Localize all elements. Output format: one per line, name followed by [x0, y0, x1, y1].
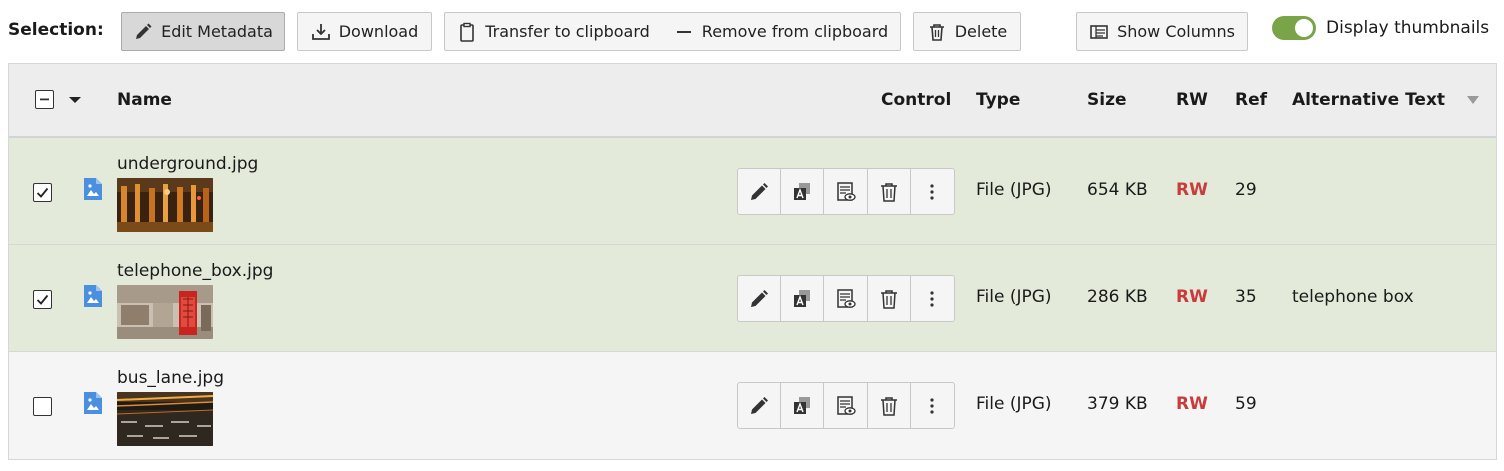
delete-button[interactable]: Delete	[913, 12, 1021, 51]
minus-icon	[676, 30, 691, 33]
rw-badge: RW	[1176, 287, 1208, 307]
trash-icon	[880, 396, 897, 416]
remove-clipboard-label: Remove from clipboard	[701, 22, 889, 41]
ref-count[interactable]: 29	[1235, 180, 1257, 200]
image-file-icon	[84, 392, 102, 414]
translate-icon	[794, 289, 811, 307]
col-rw[interactable]: RW	[1176, 90, 1208, 110]
table-header: Name Control Type Size RW Ref Alternativ…	[9, 64, 1496, 138]
row-checkbox[interactable]	[33, 290, 52, 309]
file-size: 379 KB	[1087, 394, 1148, 414]
col-ref[interactable]: Ref	[1235, 90, 1267, 110]
download-label: Download	[338, 22, 419, 41]
row-controls	[737, 382, 955, 429]
edit-button[interactable]	[738, 169, 782, 214]
row-controls	[737, 275, 955, 322]
row-controls	[737, 168, 955, 215]
rw-badge: RW	[1176, 180, 1208, 200]
row-checkbox[interactable]	[33, 183, 52, 202]
more-vertical-icon	[930, 290, 935, 307]
check-icon	[36, 187, 49, 198]
table-row[interactable]: telephone_box.jpg File (JPG) 286 KB RW 3…	[9, 245, 1496, 352]
col-alt-text[interactable]: Alternative Text	[1292, 90, 1445, 110]
file-type: File (JPG)	[976, 287, 1052, 307]
remove-from-clipboard-button[interactable]: Remove from clipboard	[662, 12, 901, 51]
transfer-clipboard-label: Transfer to clipboard	[485, 22, 650, 41]
download-button[interactable]: Download	[297, 12, 432, 51]
pencil-icon	[136, 23, 152, 39]
more-options-button[interactable]	[911, 169, 954, 214]
file-name-link[interactable]: telephone_box.jpg	[117, 261, 273, 281]
alt-text: telephone box	[1292, 287, 1414, 307]
translate-button[interactable]	[781, 169, 825, 214]
more-vertical-icon	[930, 183, 935, 200]
more-options-button[interactable]	[911, 383, 954, 428]
display-thumbnails-toggle[interactable]	[1272, 16, 1316, 40]
edit-metadata-button[interactable]: Edit Metadata	[121, 12, 285, 51]
show-columns-button[interactable]: Show Columns	[1076, 12, 1248, 51]
col-size[interactable]: Size	[1087, 90, 1127, 110]
pencil-icon	[751, 182, 769, 200]
minus-icon	[40, 98, 49, 101]
table-row[interactable]: underground.jpg File (JPG) 654 KB RW 29	[9, 138, 1496, 245]
rw-badge: RW	[1176, 394, 1208, 414]
edit-metadata-label: Edit Metadata	[161, 22, 273, 41]
delete-file-button[interactable]	[868, 383, 911, 428]
trash-icon	[880, 289, 897, 309]
sort-down-icon[interactable]	[1466, 95, 1480, 105]
trash-icon	[929, 23, 944, 41]
translate-icon	[794, 182, 811, 200]
edit-button[interactable]	[738, 276, 782, 321]
thumbnail-image[interactable]	[117, 178, 213, 232]
pencil-icon	[751, 289, 769, 307]
image-file-icon	[84, 285, 102, 307]
table-row[interactable]: bus_lane.jpg File (JPG) 379 KB RW 59	[9, 352, 1496, 459]
transfer-to-clipboard-button[interactable]: Transfer to clipboard	[444, 12, 663, 51]
info-button[interactable]	[824, 276, 868, 321]
ref-count[interactable]: 35	[1235, 287, 1257, 307]
selection-toolbar: Selection: Edit Metadata Download Transf…	[0, 0, 1504, 62]
clipboard-icon	[460, 22, 474, 42]
image-file-icon	[84, 178, 102, 200]
ref-count[interactable]: 59	[1235, 394, 1257, 414]
columns-icon	[1090, 24, 1108, 39]
col-name[interactable]: Name	[117, 90, 172, 110]
file-size: 286 KB	[1087, 287, 1148, 307]
col-type[interactable]: Type	[976, 90, 1020, 110]
translate-icon	[794, 396, 811, 414]
selection-label: Selection:	[8, 20, 104, 40]
select-all-checkbox[interactable]	[35, 90, 54, 109]
more-vertical-icon	[930, 397, 935, 414]
row-checkbox[interactable]	[33, 397, 52, 416]
thumbnail-image[interactable]	[117, 285, 213, 339]
trash-icon	[880, 182, 897, 202]
caret-down-icon[interactable]	[68, 95, 82, 105]
check-icon	[36, 294, 49, 305]
document-preview-icon	[836, 288, 856, 308]
delete-label: Delete	[954, 22, 1008, 41]
thumbnail-image[interactable]	[117, 392, 213, 446]
edit-button[interactable]	[738, 383, 782, 428]
translate-button[interactable]	[781, 383, 825, 428]
download-icon	[311, 23, 330, 40]
delete-file-button[interactable]	[868, 276, 911, 321]
translate-button[interactable]	[781, 276, 825, 321]
col-control: Control	[881, 90, 952, 110]
document-preview-icon	[836, 181, 856, 201]
file-list-table: Name Control Type Size RW Ref Alternativ…	[8, 63, 1497, 460]
pencil-icon	[751, 396, 769, 414]
file-type: File (JPG)	[976, 180, 1052, 200]
file-type: File (JPG)	[976, 394, 1052, 414]
info-button[interactable]	[824, 383, 868, 428]
file-size: 654 KB	[1087, 180, 1148, 200]
info-button[interactable]	[824, 169, 868, 214]
file-name-link[interactable]: bus_lane.jpg	[117, 368, 224, 388]
display-thumbnails-toggle-wrap: Display thumbnails	[1272, 16, 1489, 40]
document-preview-icon	[836, 395, 856, 415]
file-name-link[interactable]: underground.jpg	[117, 154, 258, 174]
display-thumbnails-label: Display thumbnails	[1326, 18, 1490, 38]
delete-file-button[interactable]	[868, 169, 911, 214]
more-options-button[interactable]	[911, 276, 954, 321]
show-columns-label: Show Columns	[1117, 22, 1235, 41]
